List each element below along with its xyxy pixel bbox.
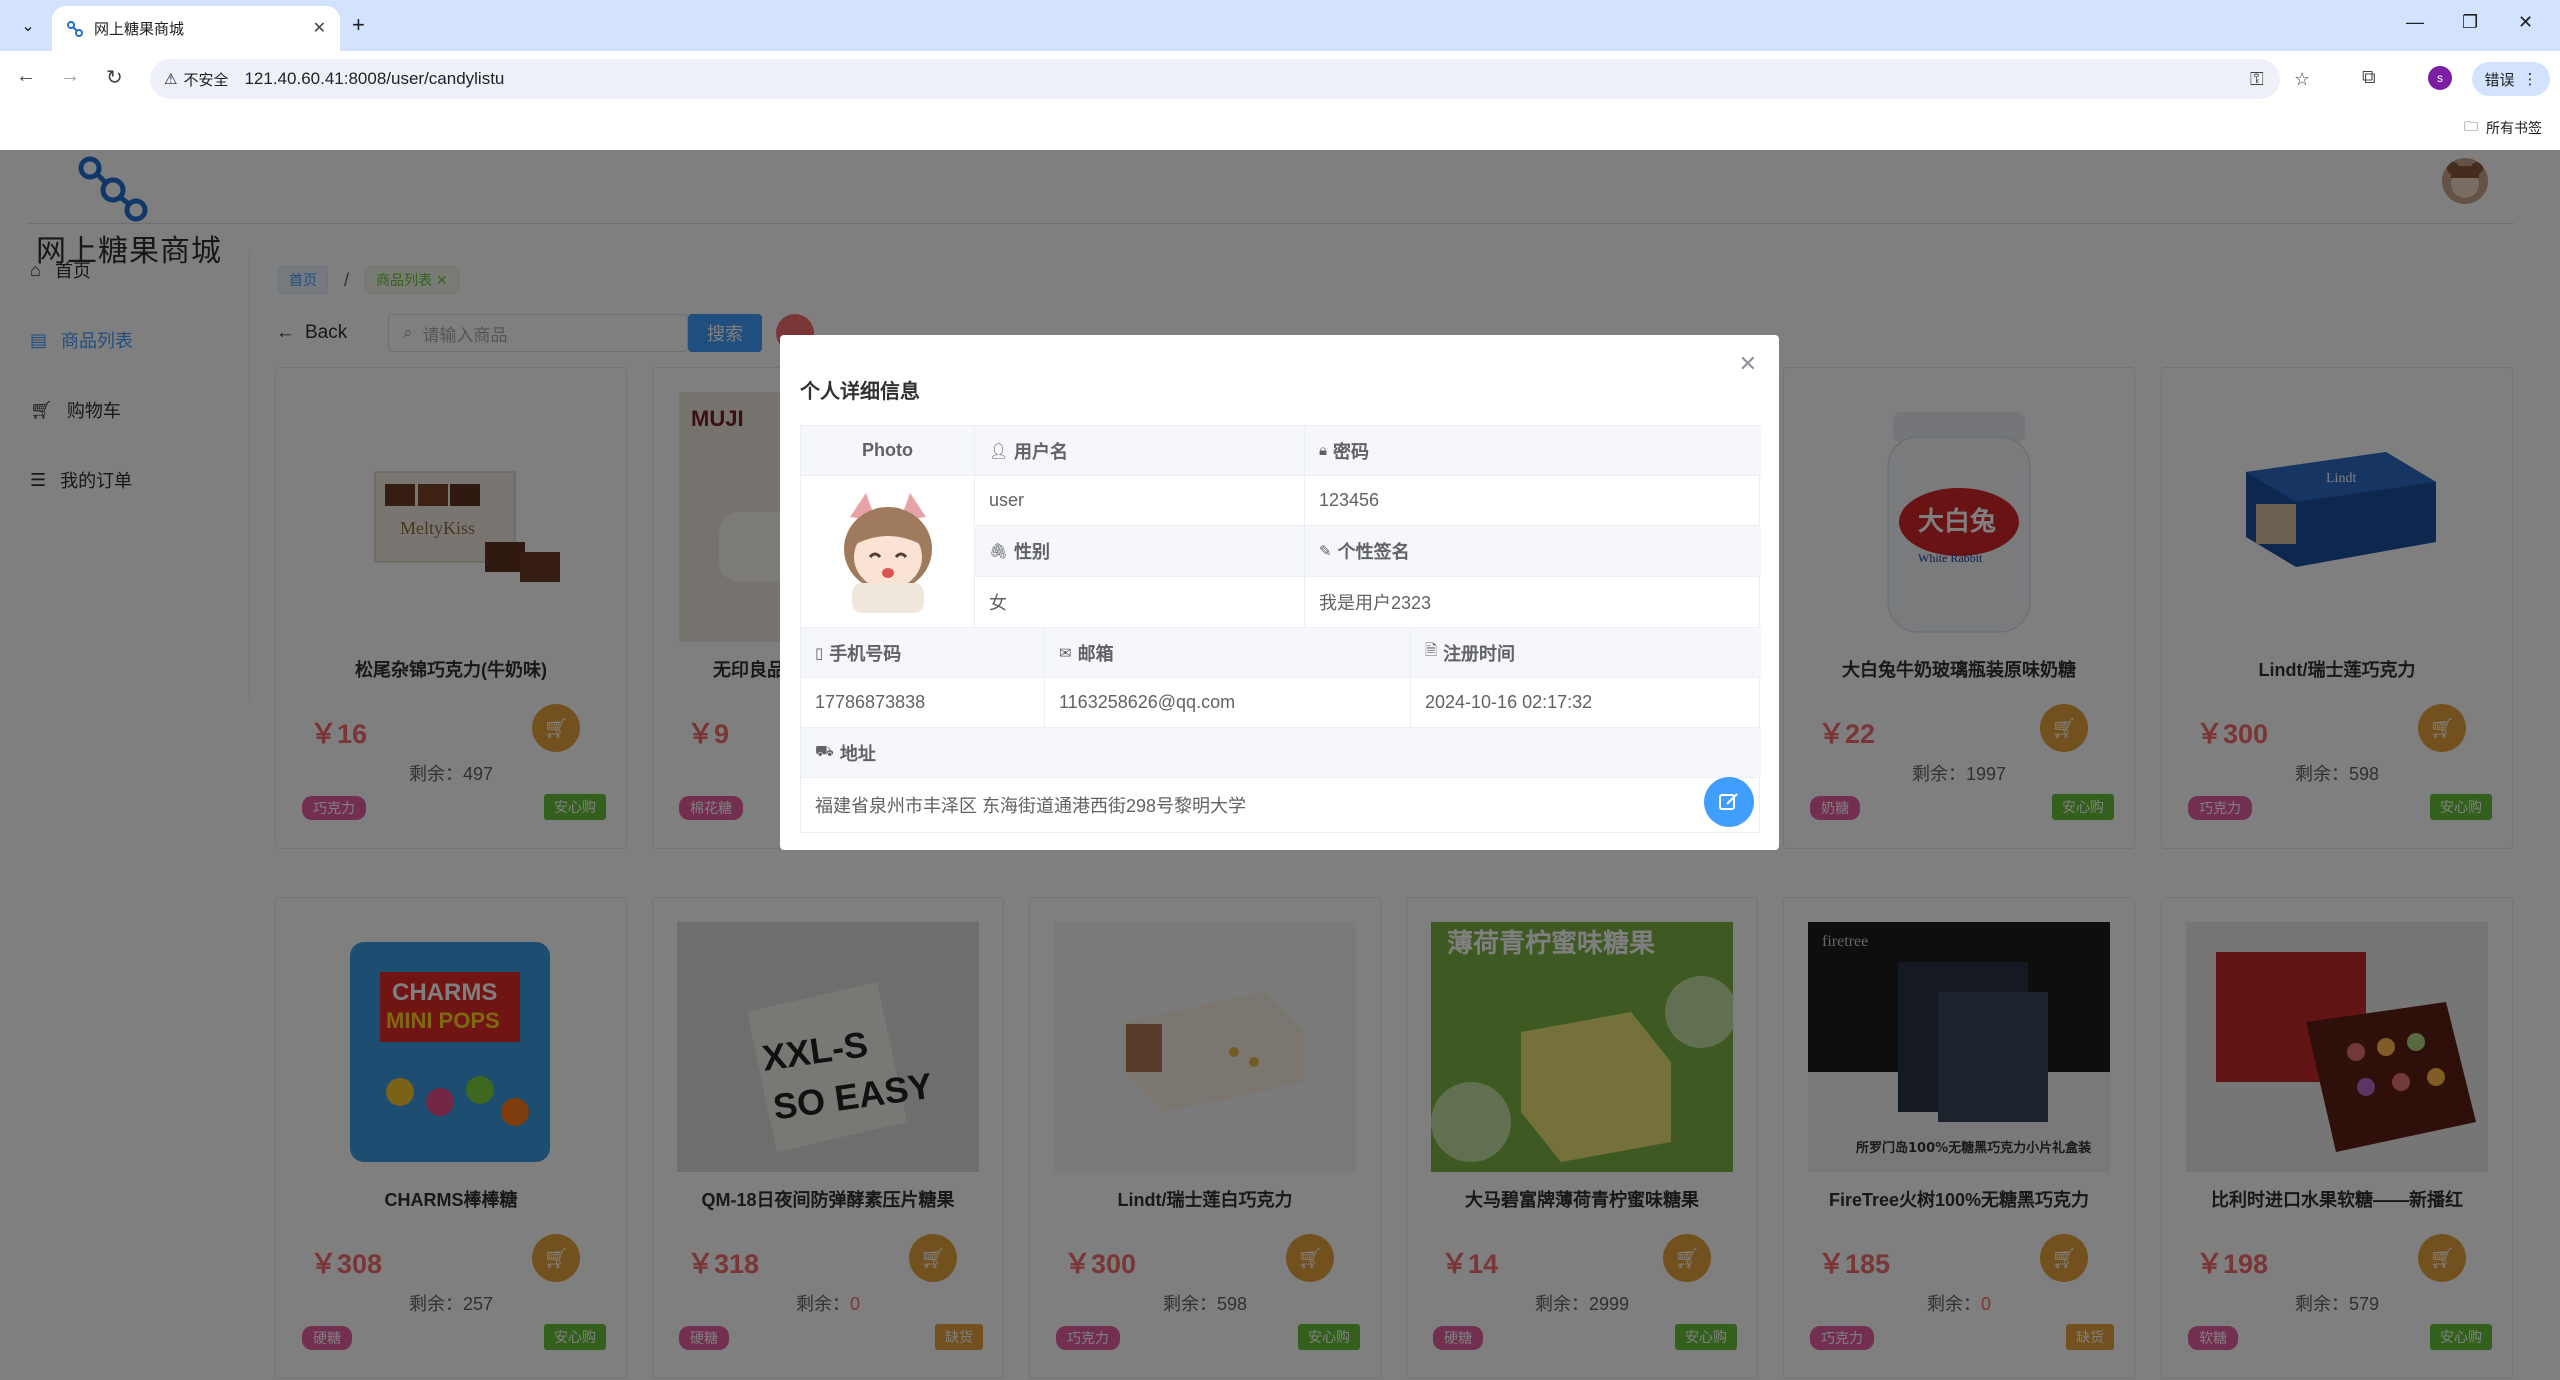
all-bookmarks[interactable]: 🗀 所有书签 <box>2464 116 2542 140</box>
phone-header: ▯ 手机号码 <box>801 628 1045 678</box>
bookmarks-bar: 🗀 所有书签 <box>0 108 2560 150</box>
register-header: 🗎 注册时间 <box>1411 628 1761 678</box>
user-info-table: Photo 👤︎ 用户名 🔒︎ 密码 user 123456 🖇︎ 性别 ✎ 个性签名 … <box>800 425 1761 833</box>
edit-profile-button[interactable] <box>1704 777 1754 827</box>
user-icon: 👤︎ <box>989 442 1009 460</box>
pen-icon: ✎ <box>1319 543 1332 560</box>
document-icon: 🗎 <box>1425 642 1438 659</box>
gender-label: 性别 <box>1014 542 1051 562</box>
mail-icon: ✉ <box>1059 644 1072 662</box>
site-favicon-icon <box>67 20 83 37</box>
register-value: 2024-10-16 02:17:32 <box>1411 678 1761 728</box>
tab-close-icon[interactable]: ✕ <box>313 18 326 38</box>
url-text[interactable]: 121.40.60.41:8008/user/candylistu <box>244 69 504 89</box>
reload-icon[interactable]: ↻ <box>106 65 123 90</box>
insecure-indicator[interactable]: ⚠ 不安全 <box>164 69 228 90</box>
username-label: 用户名 <box>1014 441 1069 462</box>
browser-tab[interactable]: 网上糖果商城 ✕ <box>52 6 340 51</box>
anime-avatar-image <box>843 492 932 613</box>
signature-value: 我是用户2323 <box>1305 577 1761 628</box>
gender-value: 女 <box>975 577 1305 628</box>
tab-title: 网上糖果商城 <box>94 21 185 38</box>
error-label: 错误 <box>2484 71 2515 89</box>
error-button[interactable]: 错误 ⋮ <box>2472 62 2550 96</box>
password-value: 123456 <box>1305 476 1761 526</box>
tab-search-chevron-icon[interactable]: ⌄ <box>14 12 42 40</box>
user-photo <box>801 476 975 628</box>
signature-label: 个性签名 <box>1337 542 1410 562</box>
password-header: 🔒︎ 密码 <box>1305 426 1761 476</box>
phone-value: 17786873838 <box>801 678 1045 728</box>
lock-icon: 🔒︎ <box>1319 442 1327 459</box>
username-header: 👤︎ 用户名 <box>975 426 1305 476</box>
phone-label: 手机号码 <box>829 643 902 664</box>
edit-icon <box>1719 793 1738 810</box>
dialog-title: 个人详细信息 <box>800 381 920 403</box>
password-label: 密码 <box>1332 441 1369 462</box>
back-arrow-icon[interactable]: ← <box>16 65 36 88</box>
email-label: 邮箱 <box>1077 643 1114 664</box>
paperclip-icon: 🖇︎ <box>989 543 1009 560</box>
email-value: 1163258626@qq.com <box>1045 678 1411 728</box>
photo-header: Photo <box>801 426 975 476</box>
new-tab-icon[interactable]: + <box>352 12 365 38</box>
close-window-icon[interactable]: ✕ <box>2518 12 2533 33</box>
password-key-icon[interactable]: ⚿ <box>2250 69 2264 90</box>
truck-icon: ⛟ <box>815 743 834 760</box>
phone-icon: ▯ <box>815 644 824 662</box>
username-value: user <box>975 476 1305 526</box>
browser-tabbar: ⌄ 网上糖果商城 ✕ + — ❐ ✕ <box>0 0 2560 51</box>
address-bar[interactable]: ⚠ 不安全 121.40.60.41:8008/user/candylistu … <box>150 59 2310 99</box>
dialog-close-icon[interactable]: ✕ <box>1739 351 1757 377</box>
browser-toolbar: ← → ↻ ⚠ 不安全 121.40.60.41:8008/user/candy… <box>0 51 2560 108</box>
user-info-dialog: 个人详细信息 ✕ Photo 👤︎ 用户名 🔒︎ 密码 user 123456 🖇︎… <box>780 335 1779 850</box>
restore-icon[interactable]: ❐ <box>2462 12 2478 33</box>
register-label: 注册时间 <box>1443 643 1516 664</box>
extensions-icon[interactable]: ⧉ <box>2362 67 2376 89</box>
minimize-icon[interactable]: — <box>2406 12 2424 33</box>
insecure-label: 不安全 <box>183 71 229 89</box>
all-bookmarks-label: 所有书签 <box>2486 120 2542 136</box>
warning-icon: ⚠ <box>164 71 178 88</box>
gender-header: 🖇︎ 性别 <box>975 526 1305 577</box>
address-header: ⛟ 地址 <box>801 728 1761 778</box>
more-menu-icon: ⋮ <box>2522 71 2538 88</box>
address-value: 福建省泉州市丰泽区 东海街道通港西街298号黎明大学 <box>815 796 1247 816</box>
bookmark-star-icon[interactable]: ☆ <box>2294 69 2310 90</box>
signature-header: ✎ 个性签名 <box>1305 526 1761 577</box>
forward-arrow-icon[interactable]: → <box>60 65 80 88</box>
folder-icon: 🗀 <box>2464 118 2478 134</box>
profile-avatar[interactable]: s <box>2428 66 2452 90</box>
address-label: 地址 <box>839 743 876 764</box>
email-header: ✉ 邮箱 <box>1045 628 1411 678</box>
